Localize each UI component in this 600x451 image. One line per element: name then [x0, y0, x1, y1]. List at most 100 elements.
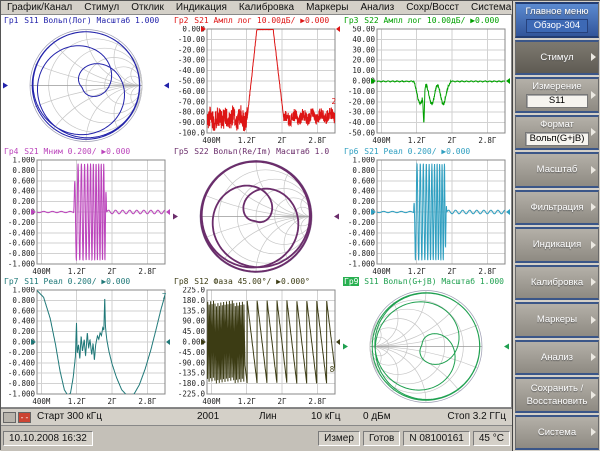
- svg-text:1.2Г: 1.2Г: [408, 267, 427, 276]
- svg-text:0.600: 0.600: [12, 176, 35, 185]
- graph-9-plot: [341, 287, 511, 406]
- trace-header-text: S22 Вольп(Re/Im) Масштаб 1.0: [189, 147, 329, 156]
- graph-grid: Гр1 S11 Вольп(Лог) Масштаб 1.000Гр2 S21 …: [1, 15, 511, 407]
- softkey-масштаб[interactable]: Масштаб: [515, 152, 599, 188]
- trace-header-text: S11 Вольп(G+jB) Масштаб 1.000: [359, 277, 504, 286]
- chevron-right-icon: [591, 53, 596, 61]
- softkey-сохранить-[interactable]: Сохранить /Восстановить: [515, 377, 599, 413]
- menu-item-4[interactable]: Индикация: [170, 2, 233, 13]
- menu-item-6[interactable]: Маркеры: [300, 2, 354, 13]
- svg-text:-20.00: -20.00: [348, 97, 376, 106]
- svg-text:2.8Г: 2.8Г: [478, 136, 497, 145]
- softkey-анализ[interactable]: Анализ: [515, 340, 599, 376]
- chevron-right-icon: [591, 203, 596, 211]
- graph-7[interactable]: Гр7 S11 Реал 0.200/ ▶0.0001.0000.8000.60…: [1, 276, 171, 407]
- trace-id-badge: Гр7: [3, 277, 19, 286]
- svg-text:0.400: 0.400: [12, 186, 35, 195]
- softkey-стимул[interactable]: Стимул: [515, 40, 599, 76]
- svg-text:-0.200: -0.200: [8, 348, 36, 357]
- softkey-индикация[interactable]: Индикация: [515, 227, 599, 263]
- svg-text:2.8Г: 2.8Г: [478, 267, 497, 276]
- graph-1[interactable]: Гр1 S11 Вольп(Лог) Масштаб 1.000: [1, 15, 171, 146]
- graph-6[interactable]: Гр6 S21 Реал 0.200/ ▶0.0001.0000.8000.60…: [341, 146, 511, 277]
- softkey-main-title: Главное меню: [525, 6, 588, 17]
- trace-header-text: S12 Фаза 45.00°/ ▶0.000°: [189, 277, 309, 286]
- svg-text:8: 8: [330, 365, 335, 374]
- graph-9[interactable]: Гр9 S11 Вольп(G+jB) Масштаб 1.000: [341, 276, 511, 407]
- softkey-label: Измерение: [532, 81, 581, 92]
- trace-header-text: S11 Реал 0.200/ ▶0.000: [19, 277, 130, 286]
- menu-item-8[interactable]: Сохр/Восст: [400, 2, 465, 13]
- trace-id-badge: Гр2: [173, 16, 189, 25]
- sweep-status-bar: -- Старт 300 кГц 2001 Лин 10 кГц 0 дБм С…: [1, 408, 512, 425]
- graph-4[interactable]: Гр4 S21 Мним 0.200/ ▶0.0001.0000.8000.60…: [1, 146, 171, 277]
- measure-state: Измер: [318, 431, 360, 446]
- softkey-измерение[interactable]: ИзмерениеS11: [515, 77, 599, 113]
- svg-text:-0.800: -0.800: [8, 249, 36, 258]
- graph-2-plot: 0.000-10.00-20.00-30.00-40.00-50.00-60.0…: [171, 26, 341, 145]
- svg-text:-1.000: -1.000: [348, 259, 376, 268]
- graph-1-header: Гр1 S11 Вольп(Лог) Масштаб 1.000: [1, 15, 171, 26]
- svg-text:0.200: 0.200: [352, 197, 375, 206]
- stop-frequency: Стоп 3.2 ГГц: [447, 411, 506, 422]
- temperature: 45 °C: [473, 431, 510, 446]
- trigger-indicator: --: [18, 412, 31, 423]
- svg-text:2.8Г: 2.8Г: [308, 397, 327, 406]
- svg-text:20.00: 20.00: [352, 56, 375, 65]
- svg-text:-60.00: -60.00: [178, 87, 206, 96]
- menu-item-1[interactable]: График/Канал: [1, 2, 78, 13]
- svg-text:1.2Г: 1.2Г: [408, 136, 427, 145]
- graph-7-plot: 1.0000.8000.6000.4000.2000.000-0.200-0.4…: [1, 287, 171, 406]
- serial-number: N 08100161: [403, 431, 470, 446]
- svg-text:2Г: 2Г: [108, 397, 118, 406]
- svg-text:400M: 400M: [372, 267, 391, 276]
- softkey-маркеры[interactable]: Маркеры: [515, 302, 599, 338]
- graph-5[interactable]: Гр5 S22 Вольп(Re/Im) Масштаб 1.0: [171, 146, 341, 277]
- svg-text:45.00: 45.00: [182, 327, 205, 336]
- menu-item-2[interactable]: Стимул: [78, 2, 125, 13]
- graph-2[interactable]: Гр2 S21 Ампл лог 10.00дБ/ ▶0.0000.000-10…: [171, 15, 341, 146]
- softkey-label-2: Восстановить: [527, 396, 588, 407]
- graph-3[interactable]: Гр3 S22 Ампл лог 10.00дБ/ ▶0.00050.0040.…: [341, 15, 511, 146]
- menu-bar: График/КаналСтимулОткликИндикацияКалибро…: [1, 1, 512, 14]
- graph-8[interactable]: Гр8 S12 Фаза 45.00°/ ▶0.000°225.0180.013…: [171, 276, 341, 407]
- svg-text:-40.00: -40.00: [178, 66, 206, 75]
- svg-text:-90.00: -90.00: [178, 118, 206, 127]
- trace-id-badge: Гр8: [173, 277, 189, 286]
- output-power: 0 дБм: [363, 411, 391, 422]
- softkey-фильтрация[interactable]: Фильтрация: [515, 190, 599, 226]
- svg-text:0.200: 0.200: [12, 327, 35, 336]
- svg-text:0.800: 0.800: [12, 296, 35, 305]
- trace-id-badge: Гр5: [173, 147, 189, 156]
- softkey-калибровка[interactable]: Калибровка: [515, 265, 599, 301]
- svg-text:225.0: 225.0: [182, 287, 205, 295]
- softkey-value: Вольп(G+jB): [525, 132, 590, 146]
- trace-header-text: S11 Вольп(Лог) Масштаб 1.000: [19, 16, 159, 25]
- graph-4-header: Гр4 S21 Мним 0.200/ ▶0.000: [1, 146, 171, 157]
- ready-state: Готов: [363, 431, 400, 446]
- svg-text:-70.00: -70.00: [178, 97, 206, 106]
- datetime: 10.10.2008 16:32: [3, 431, 93, 446]
- chevron-right-icon: [591, 91, 596, 99]
- svg-text:2Г: 2Г: [448, 136, 458, 145]
- menu-item-3[interactable]: Отклик: [125, 2, 170, 13]
- softkey-формат[interactable]: ФорматВольп(G+jB): [515, 115, 599, 151]
- softkey-система[interactable]: Система: [515, 415, 599, 451]
- chevron-right-icon: [591, 278, 596, 286]
- svg-text:0.600: 0.600: [12, 307, 35, 316]
- graph-8-plot: 225.0180.0135.090.0045.000.000-45.00-90.…: [171, 287, 341, 406]
- softkey-label: Фильтрация: [530, 202, 583, 213]
- chevron-right-icon: [591, 353, 596, 361]
- chevron-right-icon: [591, 316, 596, 324]
- softkey-main-menu[interactable]: Главное менюОбзор-304: [515, 2, 599, 38]
- svg-text:1.000: 1.000: [352, 157, 375, 165]
- menu-item-9[interactable]: Система: [465, 2, 517, 13]
- svg-text:-1.000: -1.000: [8, 390, 36, 399]
- svg-text:-50.00: -50.00: [178, 77, 206, 86]
- softkey-label: Анализ: [541, 352, 573, 363]
- menu-item-5[interactable]: Калибровка: [233, 2, 300, 13]
- trace-header-text: S21 Мним 0.200/ ▶0.000: [19, 147, 130, 156]
- svg-text:30.00: 30.00: [352, 45, 375, 54]
- menu-item-7[interactable]: Анализ: [354, 2, 400, 13]
- graph-9-header: Гр9 S11 Вольп(G+jB) Масштаб 1.000: [341, 276, 511, 287]
